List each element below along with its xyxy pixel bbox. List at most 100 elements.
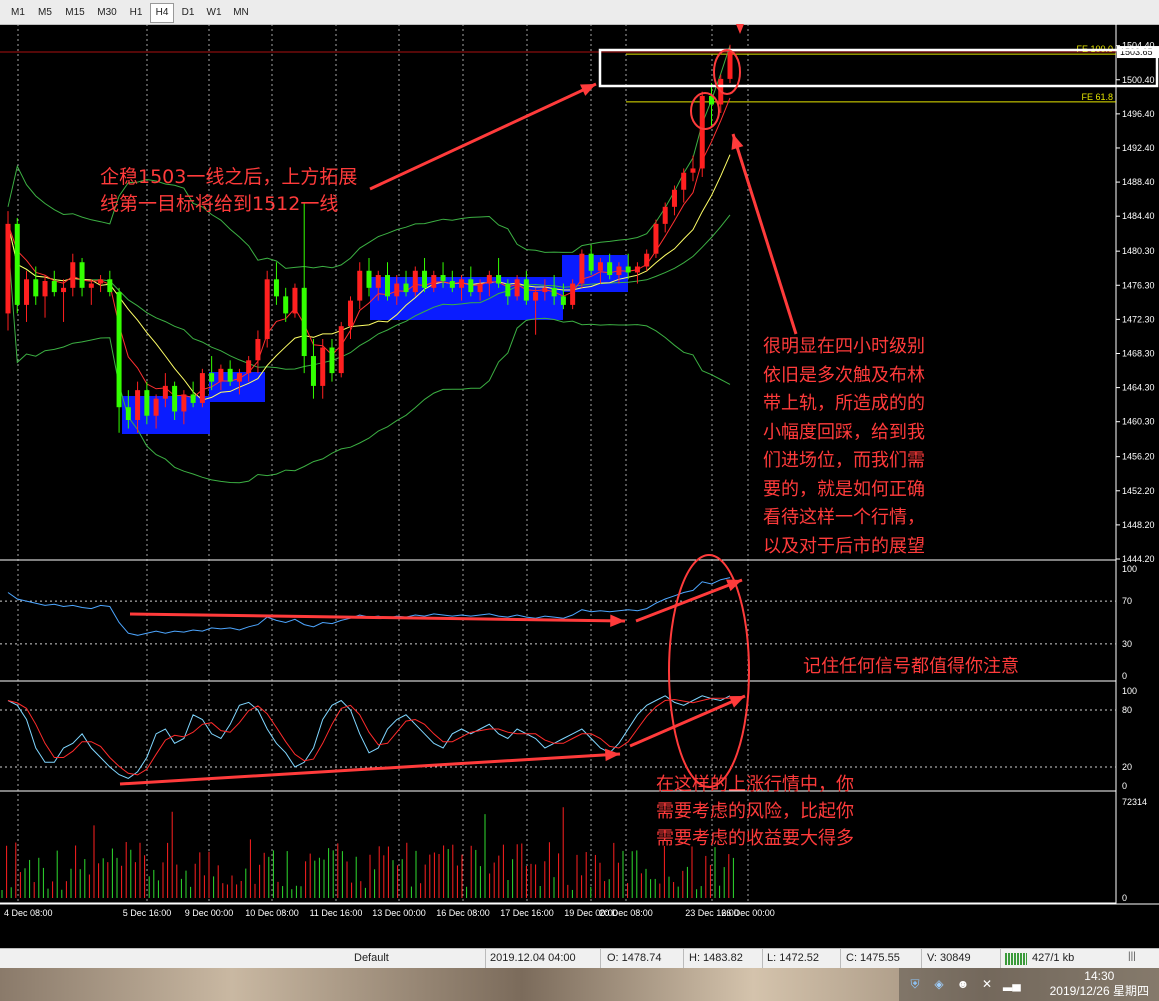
time-label: 16 Dec 08:00 [436, 908, 490, 918]
highlight-ellipse-2 [713, 49, 741, 95]
candle-body [727, 52, 733, 79]
candle-body [153, 398, 159, 416]
time-label: 4 Dec 08:00 [4, 908, 53, 918]
candle-body [625, 266, 631, 273]
candle-body [190, 394, 196, 403]
price-label: 1500.40 [1122, 75, 1155, 85]
price-label: 1488.40 [1122, 177, 1155, 187]
timeframe-m1[interactable]: M1 [6, 3, 30, 23]
candle-body [551, 287, 557, 297]
candle-body [5, 223, 11, 314]
stoch-axis-label: 0 [1122, 781, 1127, 791]
candle-body [338, 326, 344, 374]
highlight-ellipse-1 [690, 92, 720, 130]
arrow-rsi-trend-head [610, 614, 625, 628]
candle-body [486, 275, 492, 284]
system-clock[interactable]: 14:30 2019/12/26 星期四 [1050, 969, 1149, 999]
timeframe-d1[interactable]: D1 [176, 3, 200, 23]
time-label: 10 Dec 08:00 [245, 908, 299, 918]
timeframe-m5[interactable]: M5 [32, 3, 58, 23]
rsi-line [7, 577, 731, 636]
candle-body [634, 266, 640, 273]
candle-body [570, 283, 576, 305]
volume-axis-max: 72314 [1122, 797, 1147, 807]
status-open: O: 1478.74 [607, 952, 662, 964]
candle-body [699, 95, 705, 169]
price-label: 1448.20 [1122, 520, 1155, 530]
status-datetime: 2019.12.04 04:00 [490, 952, 576, 964]
volume-axis-zero: 0 [1122, 893, 1127, 903]
candle-body [403, 283, 409, 293]
time-label: 11 Dec 16:00 [310, 908, 363, 918]
candle-body [560, 296, 566, 305]
candle-body [283, 296, 289, 314]
timeframe-mn[interactable]: MN [228, 3, 254, 23]
timeframe-m15[interactable]: M15 [60, 3, 90, 23]
candle-body [310, 356, 316, 386]
chart-area: 4 Dec 08:00 5 Dec 16:00 9 Dec 00:00 10 Dec … [0, 24, 1159, 918]
candle-body [33, 279, 39, 297]
timeframe-h4[interactable]: H4 [150, 3, 174, 23]
candle-body [588, 253, 594, 271]
time-label: 13 Dec 00:00 [372, 908, 426, 918]
candle-body [107, 279, 113, 293]
candle-body [690, 168, 696, 173]
candle-body [579, 253, 585, 284]
candle-body [431, 275, 437, 288]
candle-body [514, 279, 520, 297]
stoch-axis-label: 100 [1122, 686, 1137, 696]
candle-body [542, 287, 548, 293]
candle-body [653, 223, 659, 254]
candle-body [301, 287, 307, 357]
candle-body [162, 385, 168, 399]
candle-body [116, 292, 122, 408]
time-label: 26 Dec 00:00 [721, 908, 775, 918]
rsi-axis-label: 30 [1122, 639, 1132, 649]
system-tray: ⛨ ◈ ☻ ✕ ▂▄ 14:30 2019/12/26 星期四 [899, 968, 1159, 1001]
candle-body [366, 270, 372, 288]
candle-body [394, 283, 400, 297]
price-label: 1480.30 [1122, 246, 1155, 256]
candle-body [681, 172, 687, 190]
candle-body [375, 275, 381, 288]
price-label: 1476.30 [1122, 280, 1155, 290]
timeframe-m30[interactable]: M30 [92, 3, 122, 23]
candle-body [468, 279, 474, 293]
rsi-axis-label: 70 [1122, 596, 1132, 606]
annotation-signal-note: 记住任何信号都值得你注意 [803, 656, 1019, 677]
price-label: 1452.20 [1122, 486, 1155, 496]
shield-icon[interactable]: ⛨ [907, 976, 923, 992]
candle-body [51, 281, 57, 293]
traffic-icon [1005, 953, 1027, 965]
volume-muted-icon[interactable]: ✕ [979, 976, 995, 992]
price-label: 1468.30 [1122, 348, 1155, 358]
candle-body [79, 262, 85, 288]
scroll-icon[interactable]: ||| [1128, 951, 1136, 962]
signal-icon[interactable]: ▂▄ [1003, 976, 1021, 992]
candle-body [227, 368, 233, 382]
candle-body [42, 281, 48, 297]
candle-body [329, 347, 335, 374]
timeframe-w1[interactable]: W1 [202, 3, 226, 23]
rsi-axis-label: 100 [1122, 564, 1137, 574]
candle-body [236, 373, 242, 382]
bollinger-upper [7, 45, 731, 269]
candle-body [449, 281, 455, 288]
candle-body [496, 275, 502, 284]
candle-body [357, 270, 363, 301]
candle-body [385, 275, 391, 297]
timeframe-h1[interactable]: H1 [124, 3, 148, 23]
candle-body [135, 390, 141, 421]
price-label: 1456.20 [1122, 452, 1155, 462]
candle-body [61, 287, 67, 293]
clock-time: 14:30 [1084, 969, 1115, 983]
qq-penguin-icon[interactable]: ☻ [955, 976, 971, 992]
candle-body [70, 262, 76, 288]
candle-body [246, 360, 252, 374]
candle-body [597, 262, 603, 271]
arrow-rsi-trend [129, 612, 626, 623]
moving-average-fast [7, 97, 731, 399]
network-cube-icon[interactable]: ◈ [931, 976, 947, 992]
status-traffic: 427/1 kb [1032, 952, 1075, 964]
rsi-axis-label: 0 [1122, 671, 1127, 681]
